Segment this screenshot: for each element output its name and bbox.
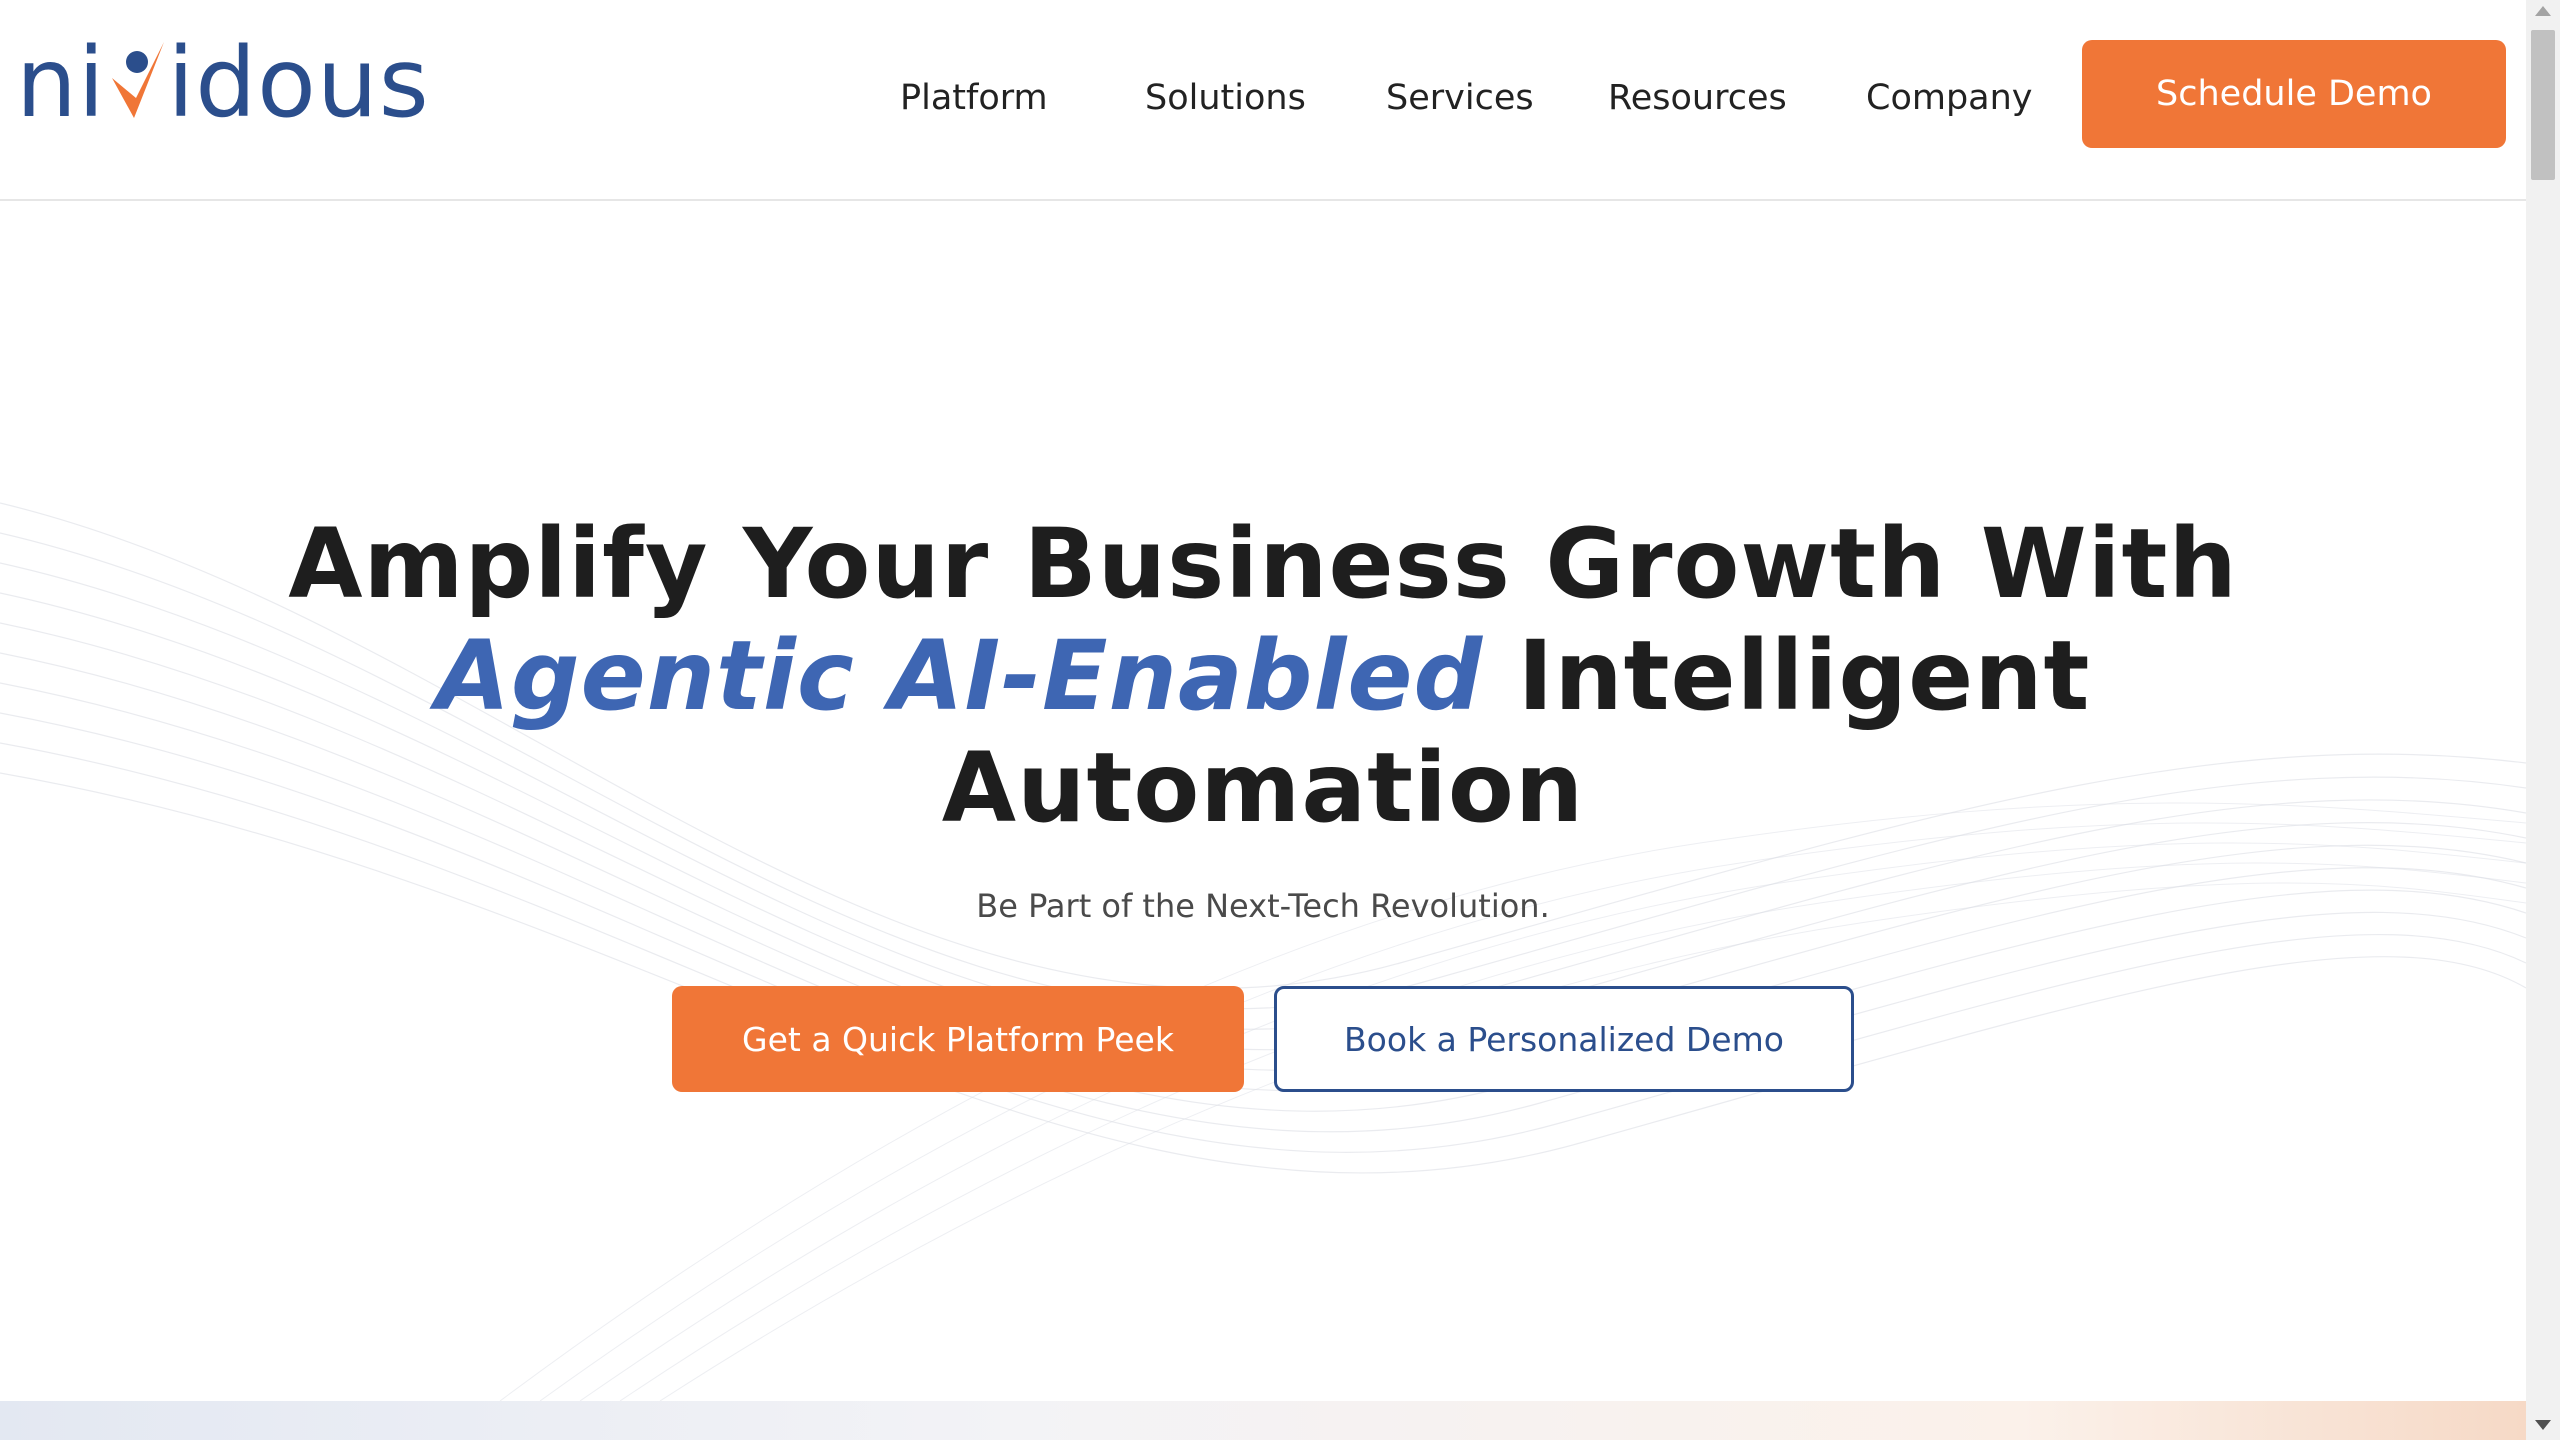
personalized-demo-button[interactable]: Book a Personalized Demo xyxy=(1274,986,1854,1092)
nav-item-services[interactable]: Services xyxy=(1386,70,1534,126)
checkmark-icon xyxy=(106,28,168,138)
hero-headline-accent-agentic: Agentic xyxy=(435,620,890,732)
hero-subtitle: Be Part of the Next-Tech Revolution. xyxy=(976,887,1550,925)
page-scrollbar[interactable] xyxy=(2526,0,2560,1440)
nav-item-company[interactable]: Company xyxy=(1866,70,2033,126)
hero-headline-line-2: Agentic AI-Enabled Intelligent xyxy=(0,620,2526,732)
scrollbar-thumb[interactable] xyxy=(2531,30,2555,180)
nav-item-solutions[interactable]: Solutions xyxy=(1145,70,1306,126)
schedule-demo-button[interactable]: Schedule Demo xyxy=(2082,40,2506,148)
nav-item-resources[interactable]: Resources xyxy=(1608,70,1787,126)
hero-headline-intelligent: Intelligent xyxy=(1483,620,2091,732)
hero-headline: Amplify Your Business Growth With Agenti… xyxy=(0,508,2526,844)
nav-item-platform[interactable]: Platform xyxy=(900,70,1048,126)
nividous-logo[interactable]: ni idous xyxy=(16,27,429,139)
hero-headline-line-1: Amplify Your Business Growth With xyxy=(288,508,2238,620)
arrow-down-icon[interactable] xyxy=(2535,1420,2551,1430)
logo-text-prefix: ni xyxy=(16,27,106,139)
logo-text-suffix: idous xyxy=(167,27,430,139)
hero-headline-accent-ai-enabled: AI-Enabled xyxy=(889,620,1484,732)
arrow-up-icon[interactable] xyxy=(2535,6,2551,16)
platform-peek-button[interactable]: Get a Quick Platform Peek xyxy=(672,986,1244,1092)
site-header: ni idous Platform Solutions Services Res… xyxy=(0,0,2526,201)
hero-headline-line-3: Automation xyxy=(941,732,1585,844)
next-section-band xyxy=(0,1401,2526,1440)
